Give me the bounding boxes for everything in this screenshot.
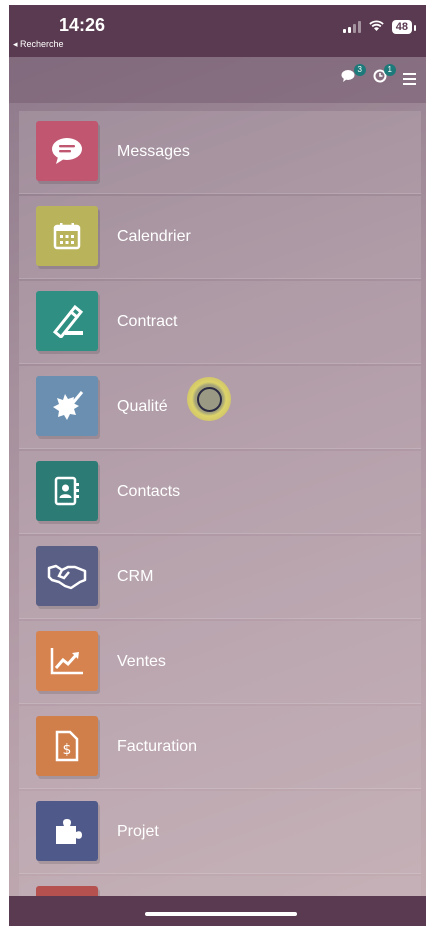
battery-icon: 48: [391, 20, 417, 34]
app-list: Messages Calendrier Contract Qualité Con: [19, 111, 421, 926]
app-label: Calendrier: [117, 228, 191, 245]
touch-indicator: [187, 377, 231, 421]
app-item-contract[interactable]: Contract: [19, 281, 421, 364]
quality-badge-icon: [36, 376, 98, 436]
activity-nav-button[interactable]: 1: [373, 64, 396, 88]
status-icons: 48: [342, 19, 417, 35]
phone-screen: 14:26 ◂ Recherche 48 3 1 Messages Calend…: [9, 5, 426, 926]
messages-badge: 3: [353, 64, 366, 76]
app-label: Ventes: [117, 653, 166, 670]
app-item-ventes[interactable]: Ventes: [19, 621, 421, 704]
app-item-contacts[interactable]: Contacts: [19, 451, 421, 534]
status-time: 14:26: [59, 15, 106, 35]
activity-badge: 1: [383, 64, 396, 76]
address-book-icon: [36, 461, 98, 521]
chat-bubble-icon: [36, 121, 98, 181]
back-to-search-link[interactable]: ◂ Recherche: [13, 39, 64, 50]
calendar-icon: [36, 206, 98, 266]
app-item-facturation[interactable]: $ Facturation: [19, 706, 421, 789]
status-bar: 14:26 ◂ Recherche 48: [9, 5, 426, 57]
app-label: Contract: [117, 313, 178, 330]
app-label: Messages: [117, 143, 190, 160]
signal-icon: [342, 21, 361, 33]
invoice-icon: $: [36, 716, 98, 776]
svg-text:$: $: [63, 742, 72, 758]
app-item-messages[interactable]: Messages: [19, 111, 421, 194]
app-label: Projet: [117, 823, 159, 840]
app-label: Qualité: [117, 398, 168, 415]
puzzle-icon: [36, 801, 98, 861]
handshake-icon: [36, 546, 98, 606]
bottom-bar: [9, 896, 426, 926]
app-navbar: 3 1: [9, 57, 426, 103]
pen-sign-icon: [36, 291, 98, 351]
app-label: Contacts: [117, 483, 181, 500]
home-indicator[interactable]: [145, 912, 297, 916]
wifi-icon: [369, 19, 384, 35]
navbar-icons: 3 1: [341, 64, 416, 88]
app-item-calendrier[interactable]: Calendrier: [19, 196, 421, 279]
trend-chart-icon: [36, 631, 98, 691]
hamburger-menu-icon[interactable]: [403, 72, 416, 85]
app-item-crm[interactable]: CRM: [19, 536, 421, 619]
app-label: CRM: [117, 568, 154, 585]
messages-nav-button[interactable]: 3: [341, 64, 366, 88]
app-label: Facturation: [117, 738, 198, 755]
app-item-projet[interactable]: Projet: [19, 791, 421, 874]
